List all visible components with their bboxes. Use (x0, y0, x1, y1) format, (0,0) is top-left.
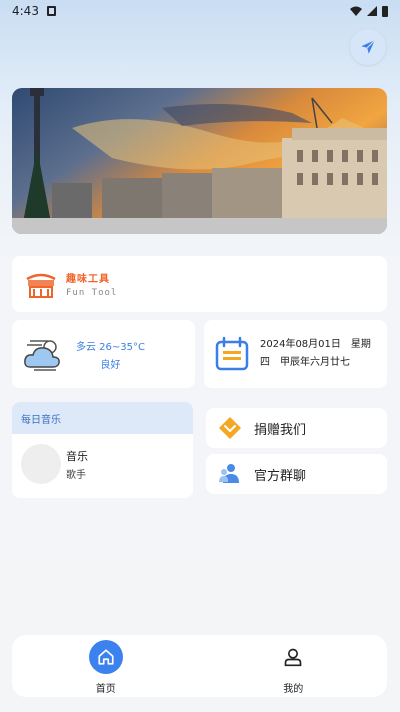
signal-icon (367, 6, 377, 16)
music-artist: 歌手 (66, 469, 86, 481)
donate-label: 捐赠我们 (254, 422, 307, 438)
calendar-icon (215, 336, 249, 371)
weather-quality: 良好 (100, 359, 121, 371)
music-cover (21, 444, 61, 484)
group-users-icon (219, 464, 239, 483)
date-card[interactable]: 2024年08月01日 星期 四 甲辰年六月廿七 (204, 320, 387, 388)
send-button[interactable] (350, 29, 386, 65)
weather-card[interactable]: 多云 26~35°C 良好 (12, 320, 195, 388)
status-time: 4:43 (12, 4, 39, 18)
person-icon (276, 640, 310, 674)
wifi-icon (350, 6, 362, 16)
battery-icon (382, 5, 388, 17)
daily-music-card[interactable]: 每日音乐 音乐 歌手 (12, 402, 193, 498)
cloudy-weather-icon (24, 340, 60, 371)
home-icon (88, 640, 123, 674)
fun-tool-title: 趣味工具 (66, 274, 110, 285)
fun-tool-icon (26, 273, 56, 298)
bottom-navigation: 首页 我的 (12, 635, 387, 697)
paper-plane-icon (361, 39, 376, 54)
notification-icon (46, 6, 56, 16)
weather-temperature: 多云 26~35°C (76, 341, 145, 353)
music-header: 每日音乐 (12, 402, 193, 434)
group-label: 官方群聊 (254, 468, 307, 484)
nav-me-label: 我的 (283, 684, 304, 695)
official-group-button[interactable]: 官方群聊 (206, 454, 387, 494)
status-indicators (350, 5, 388, 17)
music-title: 音乐 (66, 449, 88, 463)
music-item[interactable]: 音乐 歌手 (12, 434, 193, 494)
donate-button[interactable]: 捐赠我们 (206, 408, 387, 448)
diamond-icon (219, 417, 241, 439)
nav-home-label: 首页 (95, 684, 116, 695)
date-gregorian: 2024年08月01日 星期 (260, 339, 371, 350)
date-lunar: 四 甲辰年六月廿七 (260, 357, 350, 368)
fun-tool-card[interactable]: 趣味工具 Fun Tool (12, 256, 387, 312)
banner-image[interactable] (12, 88, 387, 234)
nav-home[interactable]: 首页 (12, 635, 200, 697)
status-bar: 4:43 (0, 0, 400, 22)
fun-tool-subtitle: Fun Tool (66, 288, 118, 298)
nav-me[interactable]: 我的 (200, 635, 388, 697)
